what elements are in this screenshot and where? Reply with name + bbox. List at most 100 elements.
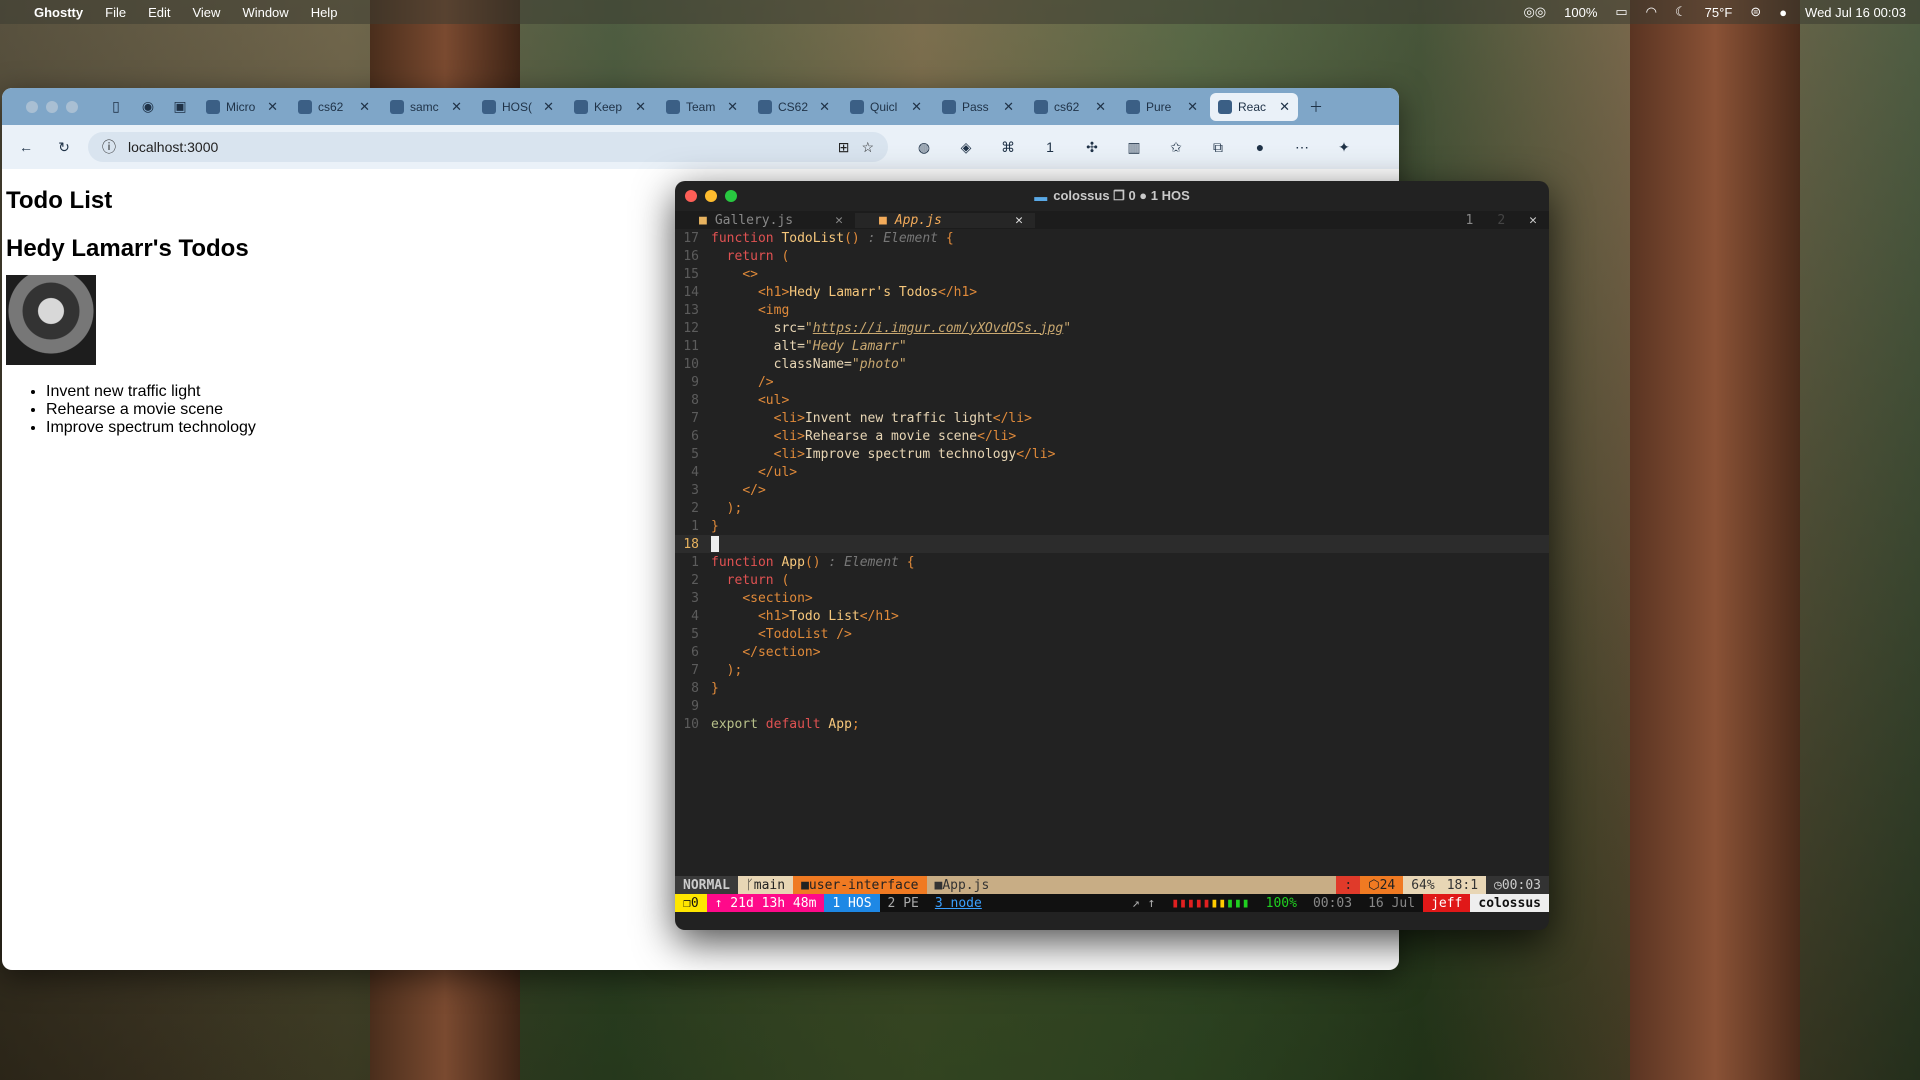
clock[interactable]: Wed Jul 16 00:03: [1805, 5, 1906, 20]
extension-icon[interactable]: ◍: [910, 133, 938, 161]
close-tab-icon[interactable]: ✕: [1003, 99, 1014, 115]
siri-icon[interactable]: ●: [1779, 5, 1787, 20]
tab-title: Reac: [1238, 99, 1267, 114]
glasses-icon[interactable]: ◎◎: [1523, 4, 1546, 20]
battery-icon[interactable]: ▭: [1615, 4, 1627, 20]
battery-percent[interactable]: 100%: [1564, 5, 1597, 20]
branch-icon: ᚴ: [745, 877, 754, 893]
browser-tab-active[interactable]: Reac ✕: [1210, 92, 1298, 121]
tmux-session[interactable]: ❐ 0: [675, 894, 707, 912]
zoom-button[interactable]: [725, 190, 737, 202]
info-icon[interactable]: ⓘ: [102, 137, 116, 157]
code-line: 15 <>: [683, 266, 758, 282]
tabpage-number[interactable]: 1: [1466, 213, 1474, 228]
tmux-window[interactable]: 3 node: [927, 894, 990, 912]
close-tab-icon[interactable]: ✕: [1187, 99, 1198, 115]
reload-icon[interactable]: ↻: [50, 133, 78, 161]
close-tab-icon[interactable]: ✕: [727, 99, 738, 115]
window-controls: [26, 100, 78, 113]
tabpage-numbers: 1 2 ✕: [1466, 213, 1549, 228]
favorite-star-icon[interactable]: ☆: [861, 139, 874, 156]
menu-window[interactable]: Window: [242, 5, 288, 20]
close-button[interactable]: [26, 100, 38, 113]
vim-statusline: NORMAL ᚴ main ■ user-interface ■ App.js …: [675, 876, 1549, 894]
weather-icon[interactable]: ☾: [1675, 4, 1687, 20]
new-tab-icon[interactable]: ＋: [1302, 93, 1330, 121]
browser-tab[interactable]: CS62 ✕: [750, 93, 838, 121]
close-tab-icon[interactable]: ✕: [1279, 99, 1290, 115]
tmux-window-active[interactable]: 1 HOS: [824, 894, 880, 912]
split-screen-icon[interactable]: ▥: [1120, 133, 1148, 161]
close-button[interactable]: [685, 190, 697, 202]
close-tab-icon[interactable]: ✕: [1095, 99, 1106, 115]
sidebar-icon[interactable]: ▯: [102, 93, 130, 121]
browser-tab[interactable]: Micro ✕: [198, 93, 286, 121]
tab-title: HOS(: [502, 99, 532, 114]
separator: :: [1336, 876, 1361, 894]
close-tab-icon[interactable]: ✕: [635, 99, 646, 115]
buffer-label: App.js: [894, 212, 942, 228]
minimize-button[interactable]: [46, 100, 58, 113]
code-line: 8}: [691, 680, 719, 696]
close-buffer-icon[interactable]: ✕: [835, 213, 843, 228]
app-menu[interactable]: Ghostty: [34, 5, 83, 20]
browser-tab[interactable]: samc ✕: [382, 93, 470, 121]
lsp-status: ⬡ 24: [1360, 876, 1404, 894]
browser-tab[interactable]: Team ✕: [658, 93, 746, 121]
extension-icon[interactable]: ⌘: [994, 133, 1022, 161]
vim-mode: NORMAL: [675, 876, 738, 894]
react-favicon-icon: [1218, 99, 1232, 114]
browser-tab[interactable]: cs62 ✕: [290, 93, 378, 121]
close-tab-icon[interactable]: ✕: [359, 99, 370, 115]
teams-icon[interactable]: ▣: [166, 93, 194, 121]
app-available-icon[interactable]: ⊞: [838, 139, 850, 156]
copilot-icon[interactable]: ✦: [1330, 133, 1358, 161]
tab-favicon: [482, 99, 496, 114]
browser-tab[interactable]: Pass ✕: [934, 93, 1022, 121]
close-tab-icon[interactable]: ✕: [451, 99, 462, 115]
browser-tab[interactable]: Pure ✕: [1118, 93, 1206, 121]
wifi-icon[interactable]: ◠: [1646, 4, 1657, 20]
menu-edit[interactable]: Edit: [148, 5, 170, 20]
zoom-button[interactable]: [66, 100, 78, 113]
tab-favicon: [574, 99, 588, 114]
tabpage-number[interactable]: 2: [1497, 213, 1505, 228]
close-buffer-icon[interactable]: ✕: [1015, 213, 1023, 228]
back-icon[interactable]: ←: [12, 133, 40, 161]
browser-tab[interactable]: HOS( ✕: [474, 93, 562, 121]
browser-toolbar: ← ↻ ⓘ localhost:3000 ⊞ ☆ ◍ ◈ ⌘ 1 ✣ ▥ ✩ ⧉…: [2, 125, 1399, 169]
weather-temp[interactable]: 75°F: [1705, 5, 1733, 20]
extension-icon[interactable]: ◈: [952, 133, 980, 161]
extension-badge-icon[interactable]: 1: [1036, 133, 1064, 161]
favorites-icon[interactable]: ✩: [1162, 133, 1190, 161]
more-icon[interactable]: ⋯: [1288, 133, 1316, 161]
browser-tab[interactable]: Keep ✕: [566, 93, 654, 121]
js-file-icon: ■: [934, 877, 943, 893]
browser-tab[interactable]: Quicl ✕: [842, 93, 930, 121]
buffer-label: Gallery.js: [714, 212, 794, 228]
js-file-icon: ■: [879, 212, 887, 228]
control-center-icon[interactable]: ⊜: [1750, 4, 1761, 20]
minimize-button[interactable]: [705, 190, 717, 202]
close-tab-icon[interactable]: ✕: [267, 99, 278, 115]
tmux-window[interactable]: 2 PE: [880, 894, 927, 912]
close-tab-icon[interactable]: ✕: [911, 99, 922, 115]
profile-avatar[interactable]: ●: [1246, 133, 1274, 161]
menu-help[interactable]: Help: [311, 5, 338, 20]
close-tab-icon[interactable]: ✕: [819, 99, 830, 115]
close-tabpage-icon[interactable]: ✕: [1529, 213, 1537, 228]
menu-view[interactable]: View: [192, 5, 220, 20]
url-text[interactable]: localhost:3000: [128, 139, 218, 155]
address-bar[interactable]: ⓘ localhost:3000 ⊞ ☆: [88, 132, 888, 162]
extensions-puzzle-icon[interactable]: ✣: [1078, 133, 1106, 161]
buffer-tab[interactable]: ■ Gallery.js ✕: [675, 213, 855, 228]
collections-icon[interactable]: ⧉: [1204, 133, 1232, 161]
buffer-tab-active[interactable]: ■ App.js ✕: [855, 212, 1035, 228]
hedy-lamarr-photo: [6, 275, 96, 365]
menu-file[interactable]: File: [105, 5, 126, 20]
outlook-icon[interactable]: ◉: [134, 93, 162, 121]
code-editor[interactable]: 17 function TodoList() : Element { 16 ret…: [675, 229, 1549, 733]
close-tab-icon[interactable]: ✕: [543, 99, 554, 115]
browser-tab[interactable]: cs62 ✕: [1026, 93, 1114, 121]
tab-title: Pass: [962, 99, 989, 114]
